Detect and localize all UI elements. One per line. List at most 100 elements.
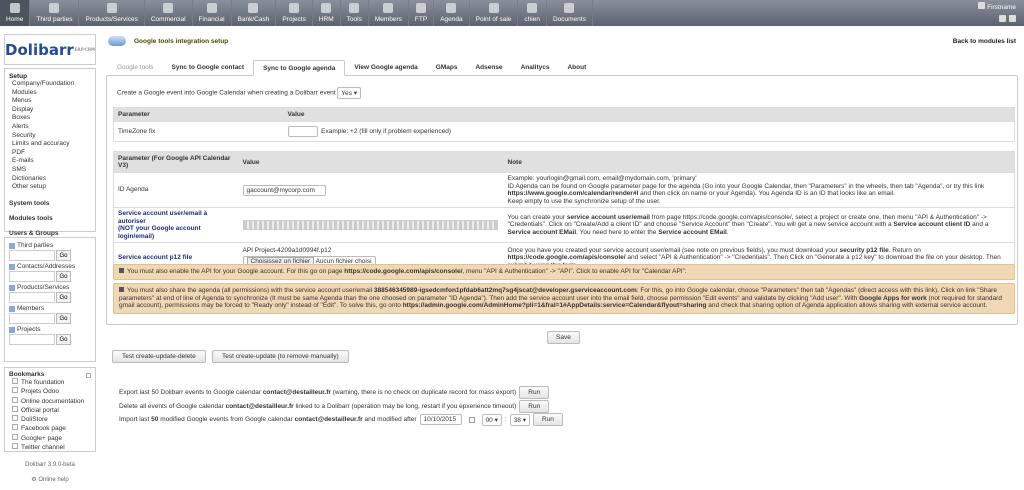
documents-icon [564,3,575,13]
topmenu-bank-cash[interactable]: Bank/Cash [232,0,277,26]
service-account-input[interactable] [242,220,498,230]
search-input[interactable] [9,250,55,261]
bookmark-add-icon[interactable] [86,373,91,378]
setup-item[interactable]: E-mails [9,157,91,166]
topmenu-hrm[interactable]: HRM [313,0,341,26]
topmenu-label: Members [374,16,402,23]
setup-item[interactable]: Display [9,106,91,115]
commercial-icon [163,3,174,13]
topmenu-point-of-sale[interactable]: Point of sale [470,0,519,26]
topmenu-projects[interactable]: Projects [276,0,313,26]
create-event-row: Create a Google event into Google Calend… [117,87,362,99]
topmenu-agenda[interactable]: Agenda [434,0,470,26]
bookmark-item[interactable]: Twitter channel [9,443,91,452]
search-input[interactable] [9,334,55,345]
bookmark-item[interactable]: Projets Odoo [9,387,91,396]
topmenu-label: chien [524,16,540,23]
setup-item[interactable]: Security [9,132,91,141]
test-create-update-button[interactable]: Test create-update (to remove manually) [212,350,349,363]
search-go-button[interactable]: Go [56,334,71,345]
tab-about[interactable]: About [558,60,595,76]
save-button[interactable]: Save [547,331,580,344]
calendar-icon[interactable] [468,416,475,423]
modules-tools[interactable]: Modules tools [9,215,91,222]
topmenu-home[interactable]: Home [0,0,31,26]
bookmark-item[interactable]: The foundation [9,378,91,387]
topmenu-commercial[interactable]: Commercial [145,0,193,26]
search-go-button[interactable]: Go [56,292,71,303]
bookmark-item[interactable]: DoliStore [9,415,91,424]
logout-icon[interactable] [1009,15,1016,22]
tab-sync-to-google-contact[interactable]: Sync to Google contact [163,60,254,76]
test-create-update-delete-button[interactable]: Test create-update-delete [112,350,206,363]
pos-icon [488,3,499,13]
tab-gmaps[interactable]: GMaps [427,60,467,76]
search-input[interactable] [9,313,55,324]
topmenu-members[interactable]: Members [369,0,409,26]
topmenu-ftp[interactable]: FTP [409,0,435,26]
bookmark-item[interactable]: Facebook page [9,424,91,433]
setup-item[interactable]: Company/Foundation [9,80,91,89]
members-icon [383,3,394,13]
setup-item[interactable]: PDF [9,149,91,158]
setup-item[interactable]: Boxes [9,114,91,123]
search-go-button[interactable]: Go [56,250,71,261]
users-groups[interactable]: Users & Groups [9,230,91,237]
setup-item[interactable]: SMS [9,166,91,175]
timezone-input[interactable] [287,126,318,137]
setup-item[interactable]: Dictionaries [9,175,91,184]
search-go-button[interactable]: Go [56,271,71,282]
import-text: Import last 50 modified Google events fr… [119,416,417,423]
col-value: Value [283,107,1015,122]
online-help-link[interactable]: ⚙ Online help [0,476,100,483]
import-hour-select[interactable]: 00 ▾ [481,413,502,426]
bookmark-item[interactable]: Official portal [9,406,91,415]
system-tools[interactable]: System tools [9,200,91,207]
bookmarks-title: Bookmarks [9,371,45,378]
topmenu-label: Documents [552,16,586,23]
create-event-select[interactable]: Yes ▾ [337,87,362,99]
delete-run-button[interactable]: Run [519,400,550,413]
setup-item[interactable]: Other setup [9,183,91,192]
id-agenda-input[interactable]: gaccount@mycorp.com [242,184,326,196]
user-name[interactable]: Firstname [987,4,1016,11]
id-agenda-label: ID Agenda [113,172,239,208]
back-to-modules-link[interactable]: Back to modules list [953,38,1016,45]
tab-analitycs[interactable]: Analitycs [512,60,559,76]
setup-item[interactable]: Menus [9,97,91,106]
topmenu-label: Financial [198,16,225,23]
col-parameter: Parameter (For Google API Calendar V3) [113,151,239,173]
tab-view-google-agenda[interactable]: View Google agenda [345,60,426,76]
search-category-icon [9,242,15,249]
logo[interactable]: Dolibarr ERP/CRM [4,34,96,65]
search-go-button[interactable]: Go [56,313,71,324]
search-input[interactable] [9,292,55,303]
topmenu-chien[interactable]: chien [518,0,547,26]
tab-adsense[interactable]: Adsense [466,60,511,76]
setup-item[interactable]: Modules [9,89,91,98]
import-run-button[interactable]: Run [533,413,563,426]
hrm-icon [321,3,332,13]
bookmark-item[interactable]: Online documentation [9,397,91,406]
topmenu-financial[interactable]: Financial [193,0,232,26]
topmenu-products-services[interactable]: Products/Services [79,0,145,26]
export-run-button[interactable]: Run [519,386,550,399]
bookmark-item[interactable]: Google+ page [9,434,91,443]
tab-sync-to-google-agenda[interactable]: Sync to Google agenda [253,60,346,76]
api-table: Parameter (For Google API Calendar V3) Va… [113,151,1015,274]
topmenu-tools[interactable]: Tools [341,0,369,26]
module-icon [527,3,538,13]
setup-title[interactable]: Setup [9,73,91,80]
topmenu-documents[interactable]: Documents [547,0,593,26]
ftp-icon [416,3,427,13]
import-minute-select[interactable]: 38 ▾ [509,413,530,426]
setup-item[interactable]: Limits and accuracy [9,140,91,149]
tab-google-tools[interactable]: Google tools [108,60,163,76]
print-icon[interactable] [999,15,1006,22]
import-date-input[interactable]: 10/10/2015 [419,414,462,425]
search-input[interactable] [9,271,55,282]
topmenu-third-parties[interactable]: Third parties [30,0,80,26]
setup-item[interactable]: Alerts [9,123,91,132]
search-label: Products/Services [9,284,91,291]
topmenu-label: Commercial [150,16,186,23]
